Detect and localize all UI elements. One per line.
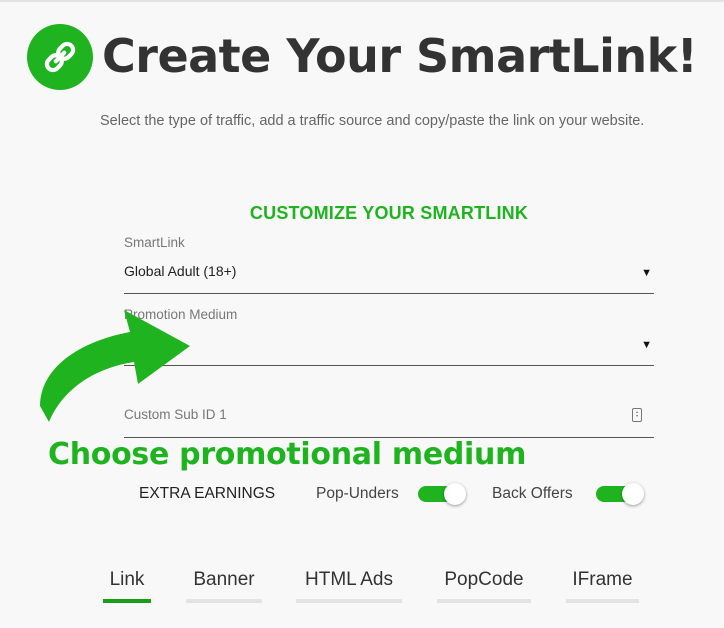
- smartlink-value[interactable]: Global Adult (18+): [124, 263, 236, 279]
- tab-html-ads[interactable]: HTML Ads: [296, 569, 402, 603]
- page: Create Your SmartLink! Select the type o…: [0, 0, 724, 628]
- back-offers-toggle[interactable]: [596, 483, 644, 505]
- tab-indicator: [296, 599, 402, 603]
- toggle-knob[interactable]: [444, 483, 466, 505]
- smartlink-select[interactable]: SmartLink Global Adult (18+) ▼: [124, 232, 654, 294]
- page-subtitle: Select the type of traffic, add a traffi…: [100, 113, 645, 129]
- custom-sub-id-field[interactable]: Custom Sub ID 1: [124, 404, 654, 438]
- smartlink-label: SmartLink: [124, 235, 185, 250]
- tab-banner[interactable]: Banner: [186, 569, 262, 603]
- tab-indicator: [103, 599, 151, 603]
- tab-indicator: [437, 599, 531, 603]
- tab-popcode[interactable]: PopCode: [437, 569, 531, 603]
- curved-arrow-icon: [40, 310, 190, 422]
- promotion-medium-select[interactable]: Promotion Medium ▼: [124, 304, 654, 366]
- chevron-down-icon[interactable]: ▼: [641, 339, 652, 351]
- pop-unders-label: Pop-Unders: [316, 485, 399, 502]
- tab-label: IFrame: [572, 569, 633, 590]
- tab-link[interactable]: Link: [103, 569, 151, 603]
- tab-indicator: [566, 599, 639, 603]
- extra-earnings-label: EXTRA EARNINGS: [139, 485, 276, 502]
- tab-label: Link: [109, 569, 145, 590]
- section-title: CUSTOMIZE YOUR SMARTLINK: [249, 203, 529, 223]
- tab-indicator: [186, 599, 262, 603]
- tab-label: HTML Ads: [305, 569, 393, 590]
- tab-label: PopCode: [444, 569, 524, 590]
- annotation-text: Choose promotional medium: [48, 437, 527, 472]
- page-title: Create Your SmartLink!: [102, 29, 698, 83]
- toggle-knob[interactable]: [622, 483, 644, 505]
- link-icon: [27, 24, 93, 90]
- tab-label: Banner: [193, 569, 255, 590]
- stepper-icon[interactable]: [632, 408, 642, 422]
- chevron-down-icon[interactable]: ▼: [641, 267, 652, 279]
- back-offers-label: Back Offers: [492, 485, 573, 502]
- pop-unders-toggle[interactable]: [418, 483, 466, 505]
- tab-iframe[interactable]: IFrame: [566, 569, 639, 603]
